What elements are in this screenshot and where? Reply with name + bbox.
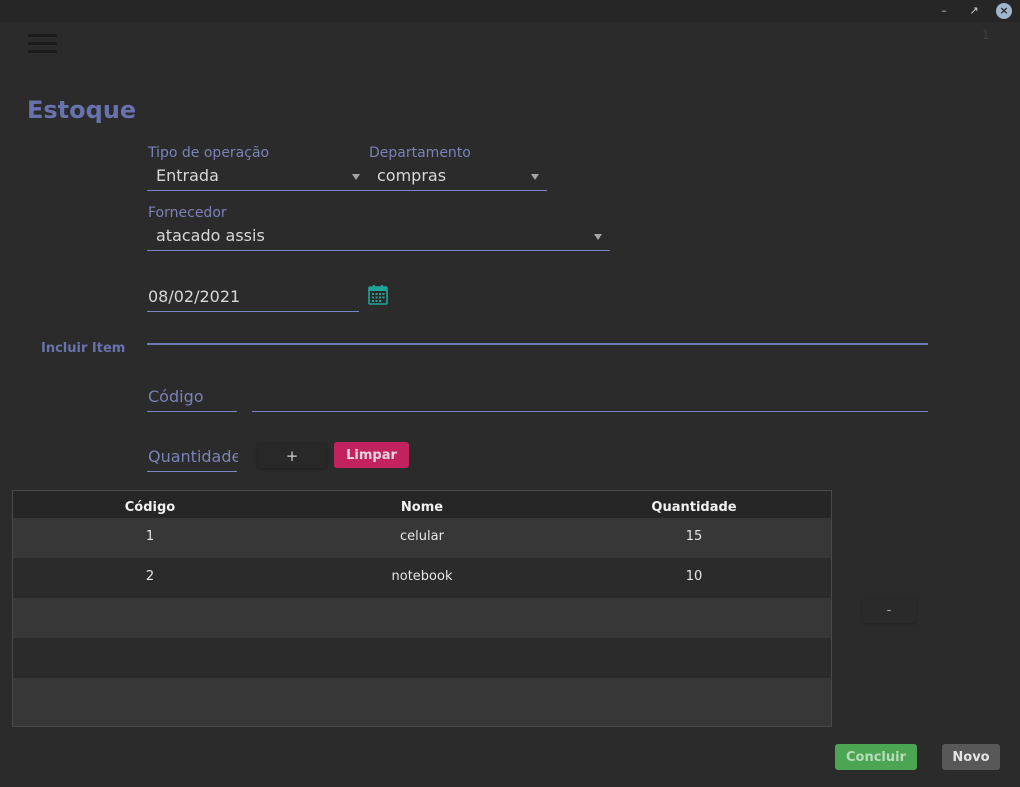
table-header: Código Nome Quantidade xyxy=(13,491,831,518)
departamento-value: compras xyxy=(377,166,447,185)
chevron-down-icon xyxy=(594,234,602,240)
cell-nome: celular xyxy=(400,529,444,544)
incluir-item-label: Incluir Item xyxy=(41,341,126,356)
date-value: 08/02/2021 xyxy=(148,287,241,306)
tipo-operacao-select[interactable]: Entrada xyxy=(147,165,368,191)
table-row-empty xyxy=(13,598,831,638)
calendar-icon[interactable] xyxy=(367,284,389,306)
hamburger-menu-icon[interactable] xyxy=(28,34,57,54)
table-row-empty xyxy=(13,638,831,678)
fornecedor-label: Fornecedor xyxy=(148,205,227,221)
items-table: Código Nome Quantidade 1 celular 15 2 no… xyxy=(12,490,832,727)
cell-codigo: 2 xyxy=(145,569,155,584)
departamento-select[interactable]: compras xyxy=(368,165,547,191)
corner-indicator: 1 xyxy=(982,28,990,42)
add-item-button[interactable]: + xyxy=(257,443,327,468)
maximize-icon[interactable]: ↗ xyxy=(966,3,982,19)
cell-quantidade: 10 xyxy=(685,569,703,584)
cell-quantidade: 15 xyxy=(685,529,703,544)
page-title: Estoque xyxy=(27,96,137,124)
table-row[interactable]: 1 celular 15 xyxy=(13,518,831,558)
codigo-placeholder: Código xyxy=(148,387,204,406)
table-row-empty xyxy=(13,678,831,726)
cell-codigo: 1 xyxy=(145,529,155,544)
hamburger-bar xyxy=(28,34,57,37)
cell-nome: notebook xyxy=(391,569,453,584)
tipo-operacao-label: Tipo de operação xyxy=(148,145,270,161)
limpar-button[interactable]: Limpar xyxy=(334,442,409,468)
window-titlebar: – ↗ × xyxy=(0,0,1020,22)
quantidade-input[interactable]: Quantidade xyxy=(147,446,238,472)
minimize-icon[interactable]: – xyxy=(936,3,952,19)
date-field[interactable]: 08/02/2021 xyxy=(147,286,359,312)
quantidade-placeholder: Quantidade xyxy=(148,447,238,466)
fornecedor-value: atacado assis xyxy=(156,226,265,245)
chevron-down-icon xyxy=(531,174,539,180)
section-divider xyxy=(147,343,928,345)
nome-input[interactable] xyxy=(252,386,928,412)
table-row[interactable]: 2 notebook 10 xyxy=(13,558,831,598)
concluir-button[interactable]: Concluir xyxy=(835,744,917,770)
chevron-down-icon xyxy=(352,174,360,180)
close-icon[interactable]: × xyxy=(996,3,1012,19)
codigo-input[interactable]: Código xyxy=(147,386,237,412)
hamburger-bar xyxy=(28,42,57,45)
departamento-label: Departamento xyxy=(369,145,471,161)
novo-button[interactable]: Novo xyxy=(942,744,1000,770)
hamburger-bar xyxy=(28,50,57,53)
remove-item-button[interactable]: - xyxy=(862,598,916,623)
tipo-operacao-value: Entrada xyxy=(156,166,219,185)
fornecedor-select[interactable]: atacado assis xyxy=(147,225,610,251)
